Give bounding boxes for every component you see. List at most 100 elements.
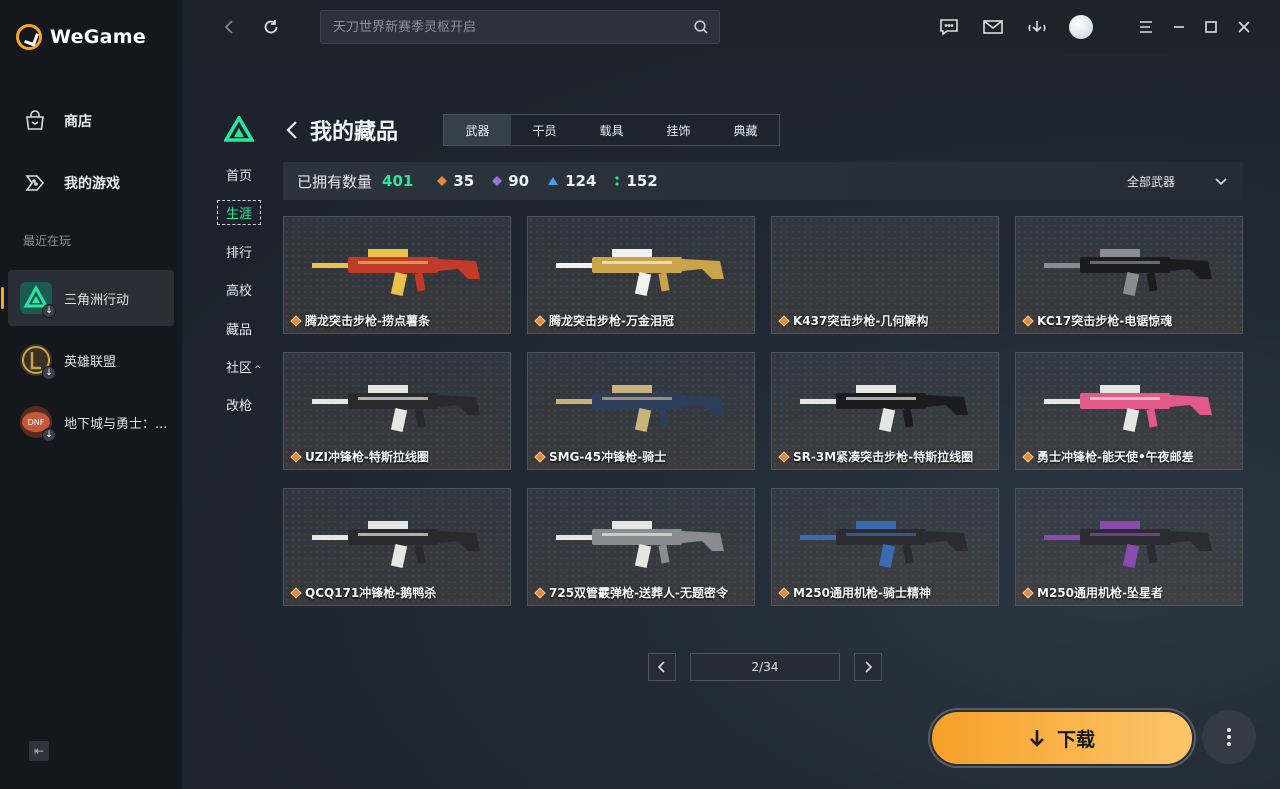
weapon-card[interactable]: 腾龙突击步枪-捞点薯条 <box>283 216 511 334</box>
download-badge-icon: ↓ <box>42 304 56 318</box>
rarity-blue-count: 124 <box>565 172 597 190</box>
dnf-icon: DNF ↓ <box>20 406 56 442</box>
gamepad-icon <box>22 170 48 196</box>
menu-icon[interactable] <box>1133 14 1159 40</box>
search-box[interactable] <box>320 10 720 44</box>
download-badge-icon: ↓ <box>42 366 56 380</box>
nav-store[interactable]: 商店 <box>22 108 92 134</box>
recent-game-lol[interactable]: ↓ 英雄联盟 <box>8 332 174 388</box>
weapon-card-name: SMG-45冲锋枪-骑士 <box>534 448 667 465</box>
tab-vehicles[interactable]: 载具 <box>578 115 645 145</box>
weapon-image <box>1044 249 1212 297</box>
caret-up-icon: ^ <box>254 365 262 375</box>
rarity-diamond-icon <box>290 450 302 463</box>
weapon-card-name: SR-3M紧凑突击步枪-特斯拉线圈 <box>778 448 973 465</box>
weapon-name-label: QCQ171冲锋枪-鹅鸭杀 <box>305 586 437 600</box>
more-options-button[interactable] <box>1202 710 1256 764</box>
search-input[interactable] <box>321 11 681 43</box>
search-icon[interactable] <box>693 19 709 39</box>
mail-icon[interactable] <box>980 14 1006 40</box>
subnav-community[interactable]: 社区 ^ <box>226 357 262 376</box>
owned-count-label: 已拥有数量 <box>297 172 373 191</box>
tab-weapons[interactable]: 武器 <box>444 115 511 145</box>
left-sidebar: WeGame 商店 我的游戏 最近在玩 ↓ 三角洲行动 ↓ 英雄联盟 DNF ↓… <box>0 0 182 789</box>
weapon-card-name: 725双管霰弹枪-送葬人-无题密令 <box>534 584 728 601</box>
next-page-button[interactable] <box>854 653 882 681</box>
weapon-image <box>312 521 480 569</box>
refresh-icon[interactable] <box>258 14 284 40</box>
weapon-card[interactable]: 腾龙突击步枪-万金泪冠 <box>527 216 755 334</box>
rarity-diamond-icon <box>1022 450 1034 463</box>
weapon-name-label: K437突击步枪-几何解构 <box>793 314 929 328</box>
recent-game-delta-force[interactable]: ↓ 三角洲行动 <box>1 270 174 326</box>
subnav-home[interactable]: 首页 <box>226 165 252 184</box>
subnav-gun-mod[interactable]: 改枪 <box>226 395 252 414</box>
rarity-orange-stat: 35 <box>437 172 474 190</box>
back-arrow-icon[interactable] <box>216 14 242 40</box>
ownership-stats-bar: 已拥有数量 401 35 90 124 152 全部武器 <box>283 162 1243 200</box>
maximize-icon[interactable] <box>1198 14 1224 40</box>
rarity-purple-count: 90 <box>508 172 530 190</box>
subnav-career[interactable]: 生涯 <box>217 200 262 225</box>
weapon-image <box>312 385 480 433</box>
rarity-green-count: 152 <box>626 172 658 190</box>
delta-force-logo-icon <box>222 114 256 146</box>
more-vertical-icon <box>1227 728 1231 746</box>
pagination: 2/34 <box>648 653 882 681</box>
rarity-diamond-icon <box>778 314 790 327</box>
weapon-card[interactable]: 勇士冲锋枪-能天使•午夜邮差 <box>1015 352 1243 470</box>
prev-page-button[interactable] <box>648 653 676 681</box>
dots-green-icon <box>615 176 619 186</box>
download-manager-icon[interactable] <box>1024 14 1050 40</box>
weapon-name-label: SMG-45冲锋枪-骑士 <box>549 450 667 464</box>
rarity-diamond-icon <box>290 314 302 327</box>
weapon-card[interactable]: M250通用机枪-坠星者 <box>1015 488 1243 606</box>
weapon-card[interactable]: M250通用机枪-骑士精神 <box>771 488 999 606</box>
minimize-icon[interactable] <box>1166 14 1192 40</box>
rarity-green-stat: 152 <box>614 172 658 190</box>
main-content: 首页 生涯 排行 高校 藏品 社区 ^ 改枪 我的藏品 武器 干员 载具 挂饰 典… <box>182 54 1280 789</box>
rarity-diamond-icon <box>534 586 546 599</box>
tab-collectibles[interactable]: 典藏 <box>712 115 779 145</box>
weapon-image <box>556 385 724 433</box>
weapon-card[interactable]: KC17突击步枪-电锯惊魂 <box>1015 216 1243 334</box>
subnav-collection[interactable]: 藏品 <box>226 319 252 338</box>
download-button[interactable]: 下载 <box>930 710 1194 766</box>
weapon-card[interactable]: K437突击步枪-几何解构 <box>771 216 999 334</box>
nav-store-label: 商店 <box>64 114 92 130</box>
recent-game-dnf[interactable]: DNF ↓ 地下城与勇士：... <box>8 394 174 450</box>
weapon-card[interactable]: 725双管霰弹枪-送葬人-无题密令 <box>527 488 755 606</box>
download-arrow-icon <box>1030 730 1044 747</box>
weapon-image <box>1044 521 1212 569</box>
collapse-sidebar-button[interactable]: ⇤ <box>29 741 49 761</box>
weapon-image <box>556 521 724 569</box>
store-bag-icon <box>22 108 48 134</box>
user-avatar[interactable] <box>1069 15 1093 39</box>
download-badge-icon: ↓ <box>42 428 56 442</box>
subnav-community-label: 社区 <box>226 361 253 376</box>
rarity-diamond-icon <box>778 586 790 599</box>
weapon-image <box>312 249 480 297</box>
weapon-card[interactable]: SR-3M紧凑突击步枪-特斯拉线圈 <box>771 352 999 470</box>
wegame-logo[interactable]: WeGame <box>16 24 146 50</box>
diamond-orange-icon <box>437 176 448 186</box>
chevron-left-icon <box>286 121 297 139</box>
weapon-card-name: 腾龙突击步枪-捞点薯条 <box>290 312 430 329</box>
close-icon[interactable] <box>1231 14 1257 40</box>
weapon-card[interactable]: SMG-45冲锋枪-骑士 <box>527 352 755 470</box>
nav-my-games[interactable]: 我的游戏 <box>22 170 120 196</box>
weapon-name-label: 腾龙突击步枪-捞点薯条 <box>305 314 430 328</box>
subnav-college[interactable]: 高校 <box>226 280 252 299</box>
owned-total-value: 401 <box>382 172 414 190</box>
weapon-card[interactable]: QCQ171冲锋枪-鹅鸭杀 <box>283 488 511 606</box>
weapon-card-name: QCQ171冲锋枪-鹅鸭杀 <box>290 584 437 601</box>
page-title-back[interactable]: 我的藏品 <box>286 114 398 146</box>
subnav-ranking[interactable]: 排行 <box>226 242 252 261</box>
weapon-filter-dropdown[interactable]: 全部武器 <box>1127 173 1227 190</box>
weapon-filter-label: 全部武器 <box>1126 175 1175 189</box>
weapon-image <box>556 249 724 297</box>
tab-charms[interactable]: 挂饰 <box>645 115 712 145</box>
chat-icon[interactable] <box>936 14 962 40</box>
tab-operators[interactable]: 干员 <box>511 115 578 145</box>
weapon-card[interactable]: UZI冲锋枪-特斯拉线圈 <box>283 352 511 470</box>
